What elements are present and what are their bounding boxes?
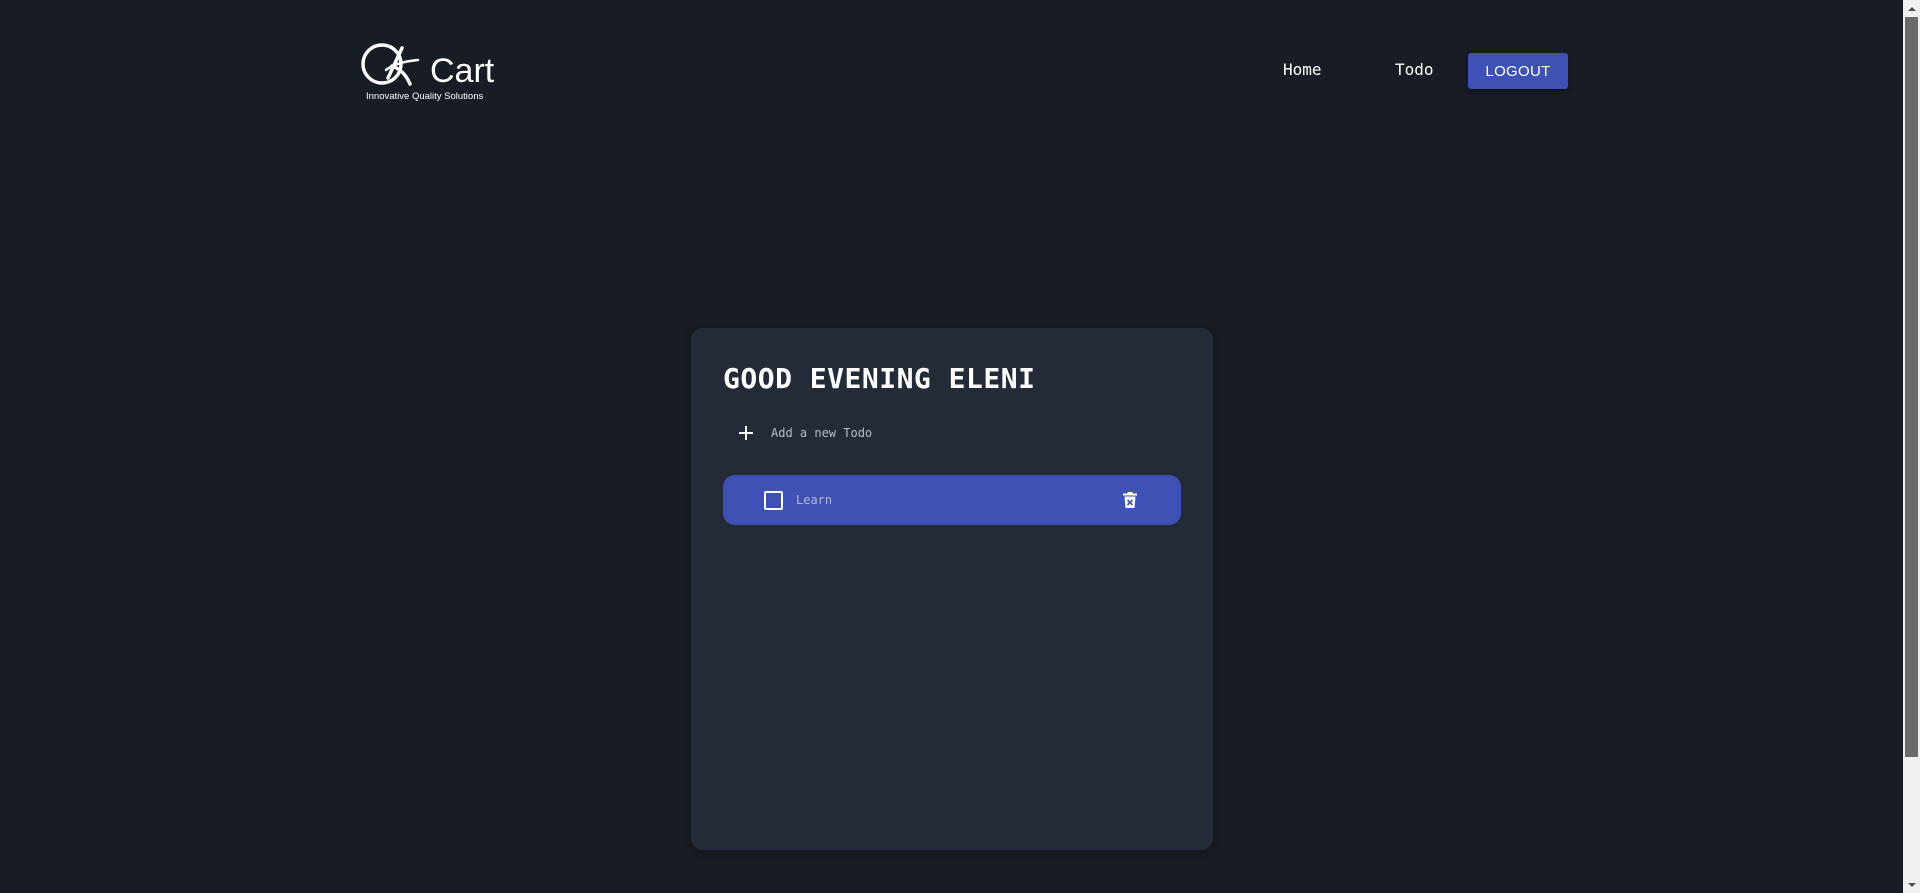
scroll-down-arrow-icon[interactable] (1903, 876, 1920, 893)
scrollbar-thumb[interactable] (1905, 17, 1918, 757)
nav-home-link[interactable]: Home (1283, 60, 1322, 79)
page: Cart Innovative Quality Solutions Home T… (0, 0, 1920, 893)
trash-icon[interactable] (1123, 492, 1137, 508)
add-todo-row (735, 418, 1175, 448)
qkart-logo[interactable]: Cart Innovative Quality Solutions (358, 40, 510, 104)
todo-checkbox[interactable] (764, 490, 783, 510)
plus-icon[interactable] (739, 426, 753, 440)
vertical-scrollbar[interactable] (1903, 0, 1920, 893)
todo-card: GOOD EVENING ELENI Learn (691, 328, 1213, 850)
svg-text:Cart: Cart (430, 52, 495, 90)
nav-todo-link[interactable]: Todo (1395, 60, 1434, 79)
todo-item: Learn (723, 475, 1181, 525)
logo-graphic: Cart Innovative Quality Solutions (361, 43, 495, 102)
greeting-title: GOOD EVENING ELENI (723, 362, 1036, 395)
todo-label: Learn (796, 493, 833, 507)
add-todo-input[interactable] (771, 426, 1151, 440)
logo-tagline: Innovative Quality Solutions (366, 91, 483, 102)
scroll-up-arrow-icon[interactable] (1903, 0, 1920, 17)
logout-button[interactable]: LOGOUT (1468, 53, 1568, 89)
